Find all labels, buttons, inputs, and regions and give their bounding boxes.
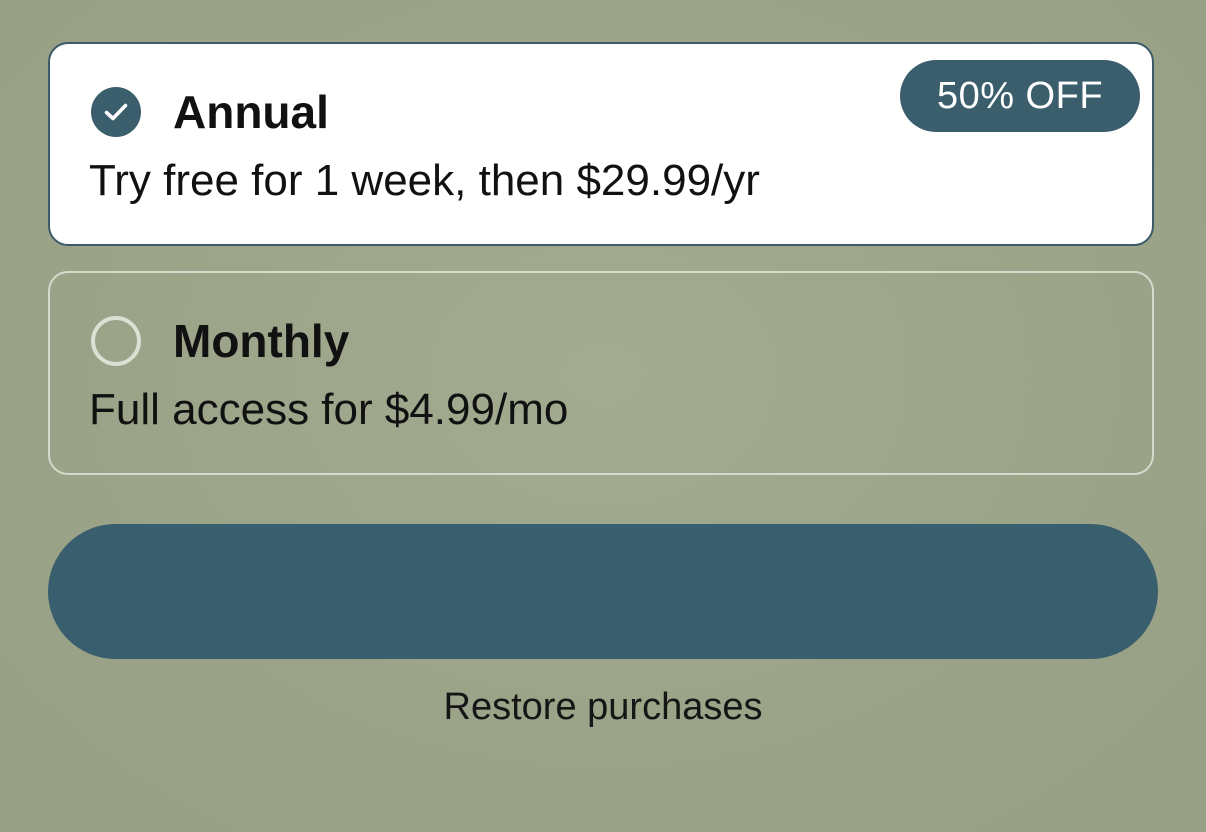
empty-radio-icon (91, 316, 141, 366)
plan-option-annual[interactable]: Annual 50% OFF Try free for 1 week, then… (48, 42, 1154, 246)
restore-purchases-link[interactable]: Restore purchases (0, 684, 1206, 730)
paywall-screen: Annual 50% OFF Try free for 1 week, then… (0, 0, 1206, 832)
discount-badge: 50% OFF (900, 60, 1140, 132)
plan-option-monthly[interactable]: Monthly Full access for $4.99/mo (48, 271, 1154, 475)
plan-description: Try free for 1 week, then $29.99/yr (89, 156, 760, 205)
plan-title: Annual (173, 86, 329, 138)
check-icon (104, 103, 128, 121)
plan-description: Full access for $4.99/mo (89, 385, 569, 434)
plan-title: Monthly (173, 315, 350, 367)
continue-button[interactable] (48, 524, 1158, 659)
checkmark-radio-icon (91, 87, 141, 137)
